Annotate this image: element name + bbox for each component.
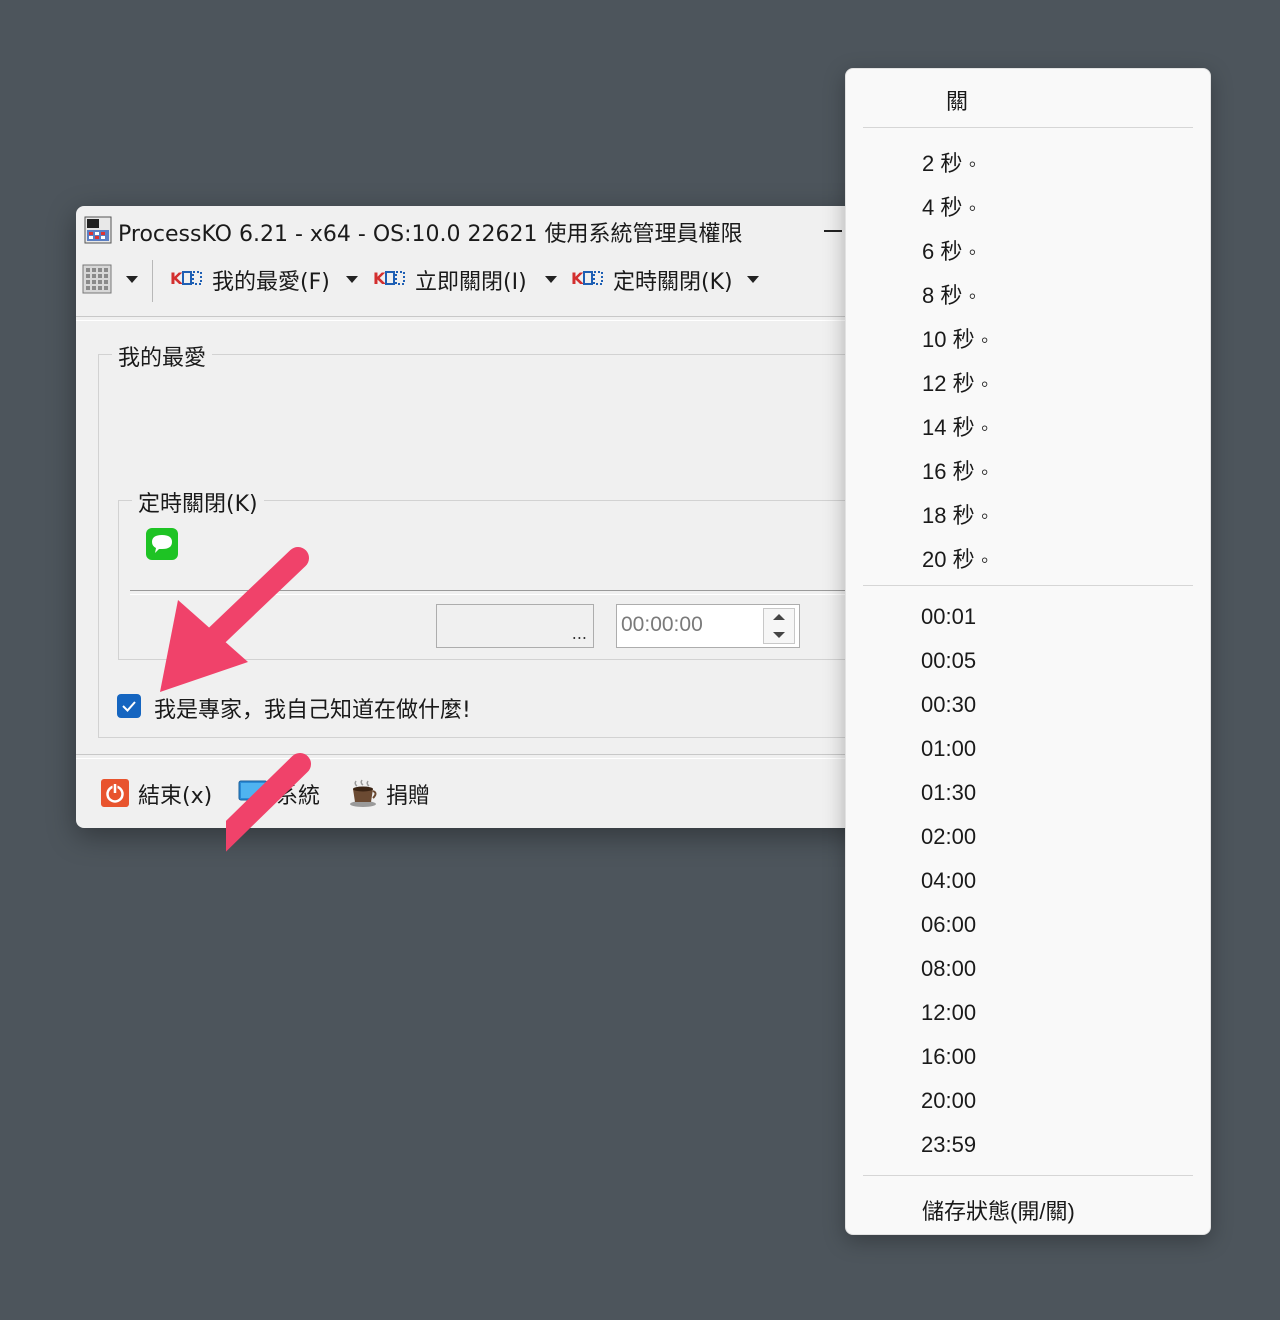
menu-item-seconds-label: 20 秒 ◦: [922, 547, 989, 572]
menu-item-time[interactable]: 01:00: [846, 727, 1210, 771]
svg-text:K: K: [571, 269, 584, 287]
menu-item-off-label: 關: [946, 89, 969, 114]
menu-item-seconds[interactable]: 14 秒 ◦: [846, 401, 1210, 445]
menu-item-seconds-label: 8 秒 ◦: [922, 283, 977, 308]
menu-item-seconds-label: 12 秒 ◦: [922, 371, 989, 396]
menu-item-seconds[interactable]: 6 秒 ◦: [846, 225, 1210, 269]
svg-text:K: K: [373, 269, 386, 287]
timed-kill-divider: [130, 590, 870, 595]
processko-window: ProcessKO 6.21 - x64 - OS:10.0 22621 使用系…: [76, 206, 870, 852]
menu-item-time[interactable]: 04:00: [846, 859, 1210, 903]
menu-item-seconds-label: 10 秒 ◦: [922, 327, 989, 352]
menu-item-seconds[interactable]: 4 秒 ◦: [846, 181, 1210, 225]
timed-kill-menu-button[interactable]: K 定時關閉(K): [571, 264, 771, 296]
menu-item-time[interactable]: 01:30: [846, 771, 1210, 815]
menu-item-time-label: 01:30: [921, 780, 977, 805]
window-title: ProcessKO 6.21 - x64 - OS:10.0 22621 使用系…: [118, 222, 743, 247]
timed-kill-dropdown-menu: 關 2 秒 ◦ 4 秒 ◦ 6 秒 ◦ 8 秒 ◦ 10 秒 ◦ 12 秒 ◦ 14 秒 ◦…: [845, 68, 1211, 1235]
menu-item-time-label: 00:01: [921, 604, 977, 629]
minimize-icon[interactable]: [822, 216, 844, 242]
menu-item-seconds-label: 2 秒 ◦: [922, 151, 977, 176]
time-spinner[interactable]: [763, 608, 795, 644]
exit-button[interactable]: 結束(x): [100, 776, 220, 810]
menu-item-save-state-label: 儲存狀態(開/關): [922, 1199, 1075, 1224]
menu-item-time[interactable]: 06:00: [846, 903, 1210, 947]
chevron-down-icon: [545, 276, 557, 283]
menu-separator: [863, 127, 1193, 128]
menu-item-time[interactable]: 12:00: [846, 991, 1210, 1035]
power-icon: [101, 779, 129, 807]
menu-item-seconds[interactable]: 16 秒 ◦: [846, 445, 1210, 489]
kill-now-menu-label: 立即關閉(I): [415, 270, 527, 295]
svg-text:K: K: [170, 269, 183, 287]
menu-item-time-label: 23:59: [921, 1132, 977, 1157]
annotation-arrow-icon: [226, 753, 311, 852]
bottom-divider: [76, 754, 866, 759]
expert-checkbox[interactable]: [117, 694, 141, 718]
chevron-down-icon: [346, 276, 358, 283]
menu-separator: [863, 585, 1193, 586]
timed-kill-menu-label: 定時關閉(K): [613, 270, 733, 295]
menu-item-seconds-label: 6 秒 ◦: [922, 239, 977, 264]
menu-item-seconds-label: 16 秒 ◦: [922, 459, 989, 484]
grid-view-icon[interactable]: [82, 264, 112, 294]
menu-item-time-label: 08:00: [921, 956, 977, 981]
menu-item-time-label: 04:00: [921, 868, 977, 893]
menu-separator: [863, 1175, 1193, 1176]
menu-item-time[interactable]: 00:01: [846, 595, 1210, 639]
favorites-group-label: 我的最愛: [112, 340, 213, 372]
menu-item-seconds[interactable]: 2 秒 ◦: [846, 137, 1210, 181]
menu-item-time[interactable]: 08:00: [846, 947, 1210, 991]
menu-item-time-label: 20:00: [921, 1088, 977, 1113]
menu-item-time[interactable]: 00:30: [846, 683, 1210, 727]
menu-item-time[interactable]: 16:00: [846, 1035, 1210, 1079]
processko-app-icon[interactable]: [84, 216, 112, 244]
time-input-value: 00:00:00: [621, 613, 703, 636]
menu-item-seconds[interactable]: 8 秒 ◦: [846, 269, 1210, 313]
chevron-down-icon[interactable]: [126, 276, 138, 283]
menu-item-seconds[interactable]: 18 秒 ◦: [846, 489, 1210, 533]
favorites-menu-button[interactable]: K 我的最愛(F): [170, 264, 360, 296]
menu-item-time[interactable]: 23:59: [846, 1123, 1210, 1167]
menu-item-time[interactable]: 02:00: [846, 815, 1210, 859]
browse-process-button[interactable]: ...: [436, 604, 594, 648]
menu-item-save-state[interactable]: 儲存狀態(開/關): [846, 1185, 1210, 1229]
ko-logo-icon: K: [571, 269, 603, 287]
menu-item-seconds[interactable]: 20 秒 ◦: [846, 533, 1210, 577]
menu-item-time-label: 16:00: [921, 1044, 977, 1069]
menu-item-seconds-label: 14 秒 ◦: [922, 415, 989, 440]
menu-item-time-label: 06:00: [921, 912, 977, 937]
chevron-down-icon: [747, 276, 759, 283]
ko-logo-icon: K: [170, 269, 202, 287]
message-bubble-icon[interactable]: [146, 528, 178, 560]
menu-item-time-label: 12:00: [921, 1000, 977, 1025]
menu-item-time-label: 01:00: [921, 736, 977, 761]
menu-item-seconds-label: 18 秒 ◦: [922, 503, 989, 528]
menu-item-seconds-label: 4 秒 ◦: [922, 195, 977, 220]
menu-item-time-label: 02:00: [921, 824, 977, 849]
menu-item-time-label: 00:30: [921, 692, 977, 717]
favorites-menu-label: 我的最愛(F): [212, 270, 330, 295]
browse-button-label: ...: [571, 624, 587, 643]
toolbar-divider: [76, 316, 866, 321]
menu-item-off[interactable]: 關: [846, 75, 1210, 119]
kill-now-menu-button[interactable]: K 立即關閉(I): [373, 264, 563, 296]
title-bar[interactable]: ProcessKO 6.21 - x64 - OS:10.0 22621 使用系…: [76, 206, 866, 254]
expert-checkbox-label[interactable]: 我是專家，我自己知道在做什麼!: [154, 692, 471, 724]
menu-item-seconds[interactable]: 10 秒 ◦: [846, 313, 1210, 357]
menu-item-time[interactable]: 20:00: [846, 1079, 1210, 1123]
menu-item-time[interactable]: 00:05: [846, 639, 1210, 683]
toolbar: K 我的最愛(F) K 立即關閉(I) K 定時關閉(K): [76, 256, 866, 312]
time-input[interactable]: 00:00:00: [616, 604, 800, 648]
menu-item-time-label: 00:05: [921, 648, 977, 673]
ko-logo-icon: K: [373, 269, 405, 287]
timed-kill-group-label: 定時關閉(K): [132, 486, 264, 518]
checkmark-icon: [122, 701, 136, 712]
toolbar-separator: [152, 260, 153, 302]
exit-button-label: 結束(x): [138, 784, 213, 809]
menu-item-seconds[interactable]: 12 秒 ◦: [846, 357, 1210, 401]
